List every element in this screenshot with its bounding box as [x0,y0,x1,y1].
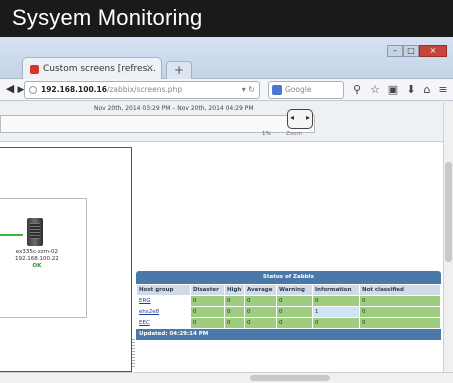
home-icon[interactable]: ⌂ [420,83,434,97]
table-row: ERG 0 0 0 0 0 0 [136,295,441,307]
status-cell[interactable]: 0 [190,295,225,307]
host-group-link[interactable]: ehs2e8 [136,306,191,318]
network-map: ex335c-zzm-02 192.168.100.22 OK [0,147,132,372]
browser-tab[interactable]: Custom screens [refres... × [22,57,162,80]
download-icon[interactable]: ⬇ [404,83,418,97]
status-cell[interactable]: 0 [359,306,441,318]
status-cell[interactable]: 0 [244,306,277,318]
column-header: Information [312,284,360,296]
right-arrow-icon: ▸ [305,113,310,122]
host-group-link[interactable]: EEC [136,317,191,329]
status-cell[interactable]: 0 [190,317,225,329]
close-window-button[interactable]: × [419,45,447,57]
minimize-button[interactable]: – [387,45,403,57]
vertical-scrollbar[interactable] [443,102,453,372]
status-cell[interactable]: 1 [312,306,360,318]
status-cell[interactable]: 0 [224,295,245,307]
maximize-button[interactable]: □ [403,45,419,57]
horizontal-scroll-thumb[interactable] [250,375,330,381]
horizontal-scrollbar[interactable] [0,372,453,383]
column-header: Not classified [359,284,441,296]
new-tab-button[interactable]: + [166,61,192,79]
column-header: Disaster [190,284,225,296]
widget-title: Status of Zabbix [136,271,441,284]
banner-title: Sysyem Monitoring [12,5,203,30]
host-name: ex335c-zzm-02 [15,249,58,255]
table-header-row: Host group Disaster High Average Warning… [136,284,441,296]
tab-strip: Custom screens [refres... × + – □ × [0,37,453,80]
star-icon[interactable]: ☆ [368,83,382,97]
table-row: ehs2e8 0 0 0 0 1 0 [136,306,441,318]
status-cell[interactable]: 0 [190,306,225,318]
status-cell[interactable]: 0 [312,317,360,329]
zabbix-favicon-icon [30,65,39,74]
status-cell[interactable]: 0 [359,317,441,329]
status-cell[interactable]: 0 [224,317,245,329]
site-identity-icon [29,86,37,94]
status-cell[interactable]: 0 [276,306,313,318]
status-cell[interactable]: 0 [244,295,277,307]
time-period-bar: Nov 20th, 2014 03:29 PM – Nov 20th, 2014… [0,102,443,142]
period-percent: 1% [262,131,271,137]
tab-close-icon[interactable]: × [146,63,154,74]
banner: Sysyem Monitoring [0,0,453,37]
status-cell[interactable]: 0 [312,295,360,307]
resize-grip[interactable] [132,339,135,369]
zabbix-status-widget: Status of Zabbix Host group Disaster Hig… [136,271,441,340]
search-icon[interactable]: ⚲ [350,83,364,97]
host-group-link[interactable]: ERG [136,295,191,307]
updated-timestamp: Updated: 04:29:14 PM [136,329,441,340]
menu-icon[interactable]: ≡ [436,83,450,97]
status-cell[interactable]: 0 [244,317,277,329]
vertical-scroll-thumb[interactable] [445,162,452,262]
search-bar[interactable]: Google [268,81,344,99]
status-table: Host group Disaster High Average Warning… [136,284,441,329]
search-engine-icon [272,85,282,95]
column-header: Host group [136,284,191,296]
status-cell[interactable]: 0 [224,306,245,318]
search-placeholder: Google [285,85,312,94]
url-path: /zabbix/screens.php [106,85,183,94]
reload-icon[interactable]: ▾ ↻ [242,82,255,98]
zoom-label: Zoom [286,131,302,137]
host-status: OK [32,263,42,269]
host-ip: 192.168.100.22 [15,256,59,262]
clipboard-icon[interactable]: ▣ [386,83,400,97]
column-header: Average [244,284,277,296]
server-icon[interactable] [27,218,43,246]
column-header: Warning [276,284,313,296]
timeline-handle[interactable]: ◂ ▸ [287,109,313,129]
host-label: ex335c-zzm-02 192.168.100.22 OK [15,249,59,270]
status-cell[interactable]: 0 [276,295,313,307]
network-link [0,234,23,236]
status-cell[interactable]: 0 [276,317,313,329]
navigation-bar: ◀ ▶ 192.168.100.16/zabbix/screens.php ▾ … [0,79,453,101]
left-arrow-icon: ◂ [290,113,295,122]
status-cell[interactable]: 0 [359,295,441,307]
url-bar[interactable]: 192.168.100.16/zabbix/screens.php ▾ ↻ [24,81,260,99]
date-range: Nov 20th, 2014 03:29 PM – Nov 20th, 2014… [94,105,254,112]
window-controls: – □ × [387,45,447,57]
browser-window: Custom screens [refres... × + – □ × ◀ ▶ … [0,37,453,383]
page-content: Nov 20th, 2014 03:29 PM – Nov 20th, 2014… [0,102,443,372]
url-host: 192.168.100.16 [41,85,107,94]
table-row: EEC 0 0 0 0 0 0 [136,317,441,329]
column-header: High [224,284,245,296]
tab-title: Custom screens [refres... [43,64,156,74]
